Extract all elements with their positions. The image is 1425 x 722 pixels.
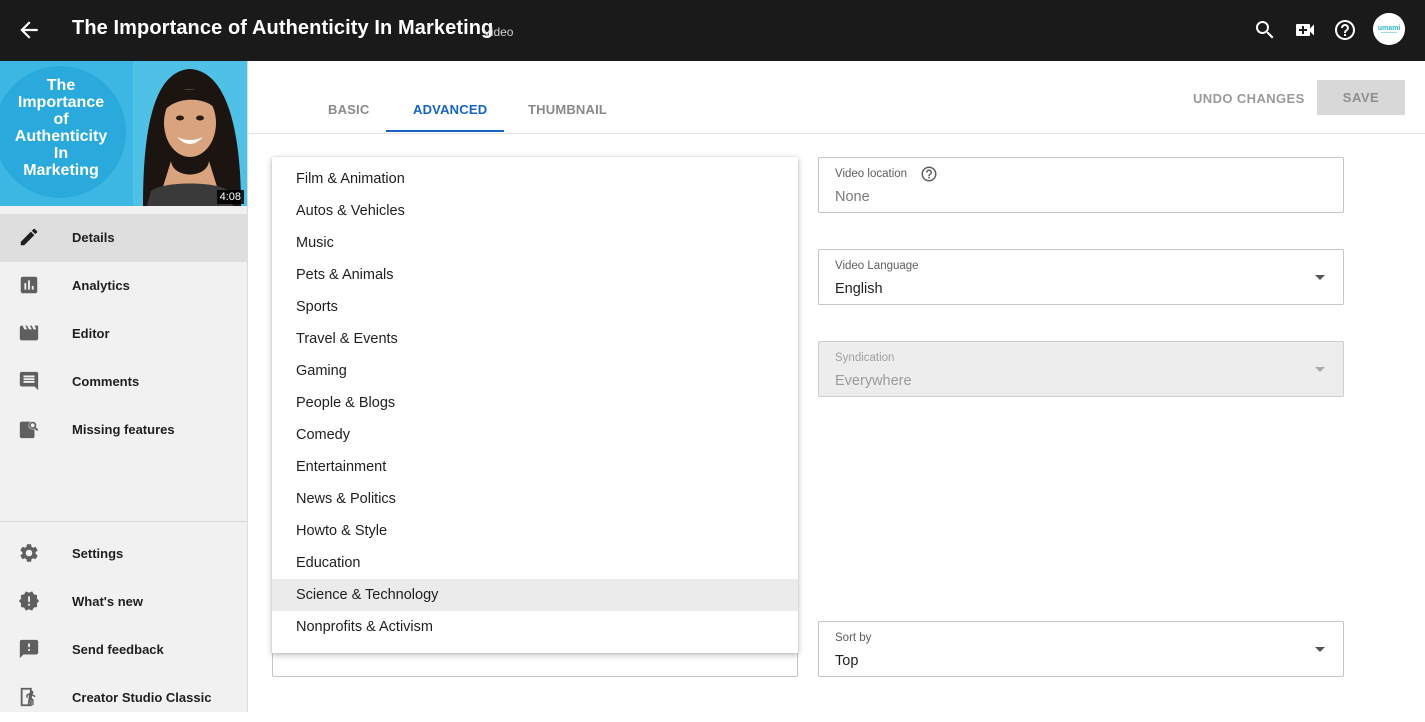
sidebar-item-label: Missing features xyxy=(72,422,175,437)
tab-bar: BASIC ADVANCED THUMBNAIL UNDO CHANGES SA… xyxy=(248,61,1425,134)
sidebar-item-editor[interactable]: Editor xyxy=(0,310,247,358)
sidebar-item-label: Settings xyxy=(72,546,124,561)
category-option[interactable]: Entertainment xyxy=(272,451,798,483)
sidebar-item-missing-features[interactable]: Missing features xyxy=(0,406,247,454)
category-option[interactable]: Comedy xyxy=(272,419,798,451)
video-location-value: None xyxy=(835,189,870,205)
gear-icon xyxy=(20,544,38,562)
sidebar-item-label: What's new xyxy=(72,594,143,609)
sidebar-item-label: Editor xyxy=(72,326,110,341)
sidebar-item-settings[interactable]: Settings xyxy=(0,530,247,578)
page-title: The Importance of Authenticity In Market… xyxy=(72,17,494,39)
sidebar-item-details[interactable]: Details xyxy=(0,214,247,262)
category-option[interactable]: Gaming xyxy=(272,355,798,387)
alert-badge-icon xyxy=(18,591,40,611)
sidebar-item-analytics[interactable]: Analytics xyxy=(0,262,247,310)
create-video-icon[interactable] xyxy=(1293,18,1317,42)
sidebar-item-label: Details xyxy=(72,230,115,245)
sidebar-divider xyxy=(0,521,247,522)
syndication-select: Syndication Everywhere xyxy=(818,341,1344,397)
syndication-value: Everywhere xyxy=(835,373,912,389)
sidebar-item-comments[interactable]: Comments xyxy=(0,358,247,406)
video-duration: 4:08 xyxy=(216,190,244,204)
dropdown-arrow-icon xyxy=(1315,275,1325,280)
video-language-label: Video Language xyxy=(835,260,919,272)
video-location-field[interactable]: Video location None xyxy=(818,157,1344,213)
sidebar-item-label: Send feedback xyxy=(72,642,164,657)
active-tab-indicator xyxy=(386,130,504,132)
dropdown-arrow-icon xyxy=(1315,367,1325,372)
tab-advanced[interactable]: ADVANCED xyxy=(413,102,487,117)
sidebar-item-label: Creator Studio Classic xyxy=(72,690,212,705)
sort-by-select[interactable]: Sort by Top xyxy=(818,621,1344,677)
help-circle-icon[interactable] xyxy=(920,165,938,183)
dropdown-arrow-icon xyxy=(1315,647,1325,652)
save-button[interactable]: SAVE xyxy=(1317,80,1405,115)
undo-changes-button[interactable]: UNDO CHANGES xyxy=(1193,91,1305,106)
comment-icon xyxy=(19,371,39,391)
account-avatar[interactable]: umami xyxy=(1373,13,1405,45)
category-option-selected[interactable]: Science & Technology xyxy=(272,579,798,611)
pencil-icon xyxy=(20,228,38,246)
tab-thumbnail[interactable]: THUMBNAIL xyxy=(528,102,607,117)
syndication-label: Syndication xyxy=(835,352,895,364)
category-option[interactable]: Film & Animation xyxy=(272,163,798,195)
sidebar-item-send-feedback[interactable]: Send feedback xyxy=(0,626,247,674)
video-thumbnail[interactable]: The Importance of Authenticity In Market… xyxy=(0,61,247,206)
tab-basic[interactable]: BASIC xyxy=(328,102,369,117)
thumbnail-person-illustration xyxy=(133,61,247,206)
search-icon[interactable] xyxy=(1253,18,1277,42)
category-option[interactable]: News & Politics xyxy=(272,483,798,515)
sidebar-item-whats-new[interactable]: What's new xyxy=(0,578,247,626)
search-document-icon xyxy=(19,421,39,439)
sort-by-value: Top xyxy=(835,653,859,669)
thumbnail-title-text: The Importance of Authenticity In Market… xyxy=(14,77,108,179)
category-option[interactable]: Autos & Vehicles xyxy=(272,195,798,227)
category-option[interactable]: Sports xyxy=(272,291,798,323)
top-bar: The Importance of Authenticity In Market… xyxy=(0,0,1425,61)
clapperboard-icon xyxy=(19,325,39,341)
video-language-value: English xyxy=(835,281,883,297)
video-language-select[interactable]: Video Language English xyxy=(818,249,1344,305)
category-option[interactable]: Education xyxy=(272,547,798,579)
sidebar-item-label: Analytics xyxy=(72,278,130,293)
category-option[interactable]: Music xyxy=(272,227,798,259)
sidebar-item-label: Comments xyxy=(72,374,140,389)
video-location-label: Video location xyxy=(835,168,908,180)
category-option[interactable]: Howto & Style xyxy=(272,515,798,547)
sort-by-label: Sort by xyxy=(835,632,872,644)
category-option[interactable]: Nonprofits & Activism xyxy=(272,611,798,643)
feedback-icon xyxy=(19,639,39,659)
back-arrow-icon[interactable] xyxy=(16,17,42,43)
bar-chart-icon xyxy=(20,276,38,294)
exit-person-icon xyxy=(20,687,36,707)
category-option[interactable]: Pets & Animals xyxy=(272,259,798,291)
sidebar: The Importance of Authenticity In Market… xyxy=(0,61,248,712)
sidebar-item-creator-studio-classic[interactable]: Creator Studio Classic xyxy=(0,674,247,722)
page-subtitle: Video xyxy=(483,25,514,39)
category-dropdown-menu: Film & Animation Autos & Vehicles Music … xyxy=(272,157,798,653)
help-icon[interactable] xyxy=(1333,18,1357,42)
avatar-logo-text: umami xyxy=(1378,25,1401,32)
category-option[interactable]: People & Blogs xyxy=(272,387,798,419)
category-option[interactable]: Travel & Events xyxy=(272,323,798,355)
